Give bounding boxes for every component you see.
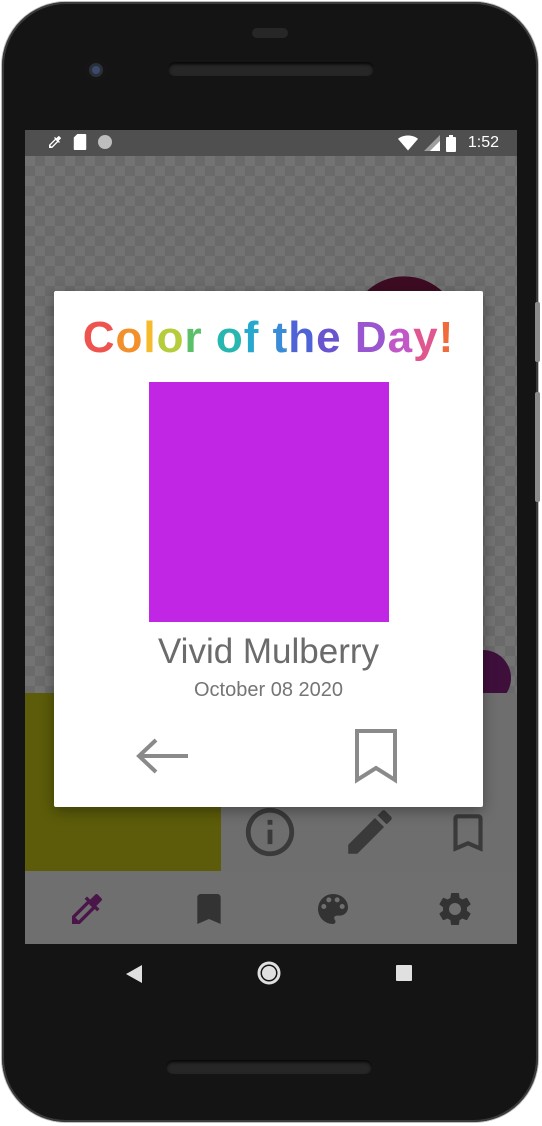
title-letter [203, 313, 216, 363]
color-name: Vivid Mulberry [157, 632, 380, 671]
title-letter: a [387, 313, 414, 362]
status-bar: 1:52 [25, 130, 517, 156]
eyedropper-icon [49, 136, 61, 148]
front-camera [86, 60, 106, 80]
sd-card-icon [73, 134, 87, 150]
title-letter: D [354, 313, 388, 362]
dialog-title: Color of the Day! [54, 313, 483, 363]
power-button [535, 302, 540, 362]
title-letter: ! [438, 313, 455, 362]
title-letter: t [272, 313, 289, 362]
color-swatch [149, 382, 389, 622]
title-letter: l [143, 313, 157, 362]
bookmark-outline-icon [355, 729, 397, 784]
bookmark-button[interactable] [353, 728, 399, 784]
title-letter: r [184, 313, 203, 362]
color-date: October 08 2020 [194, 679, 343, 701]
volume-button [535, 392, 540, 502]
top-speaker [168, 62, 374, 76]
title-letter [259, 313, 272, 363]
title-letter: o [115, 313, 144, 362]
title-letter: h [288, 313, 317, 362]
circle-icon [98, 135, 112, 149]
color-of-the-day-dialog: Color of the Day! Vivid Mulberry October… [54, 291, 483, 807]
title-letter: e [316, 313, 342, 362]
title-letter: o [215, 313, 244, 362]
top-notch [252, 28, 288, 38]
title-letter: C [82, 313, 116, 362]
wifi-icon [397, 135, 418, 151]
signal-icon [423, 135, 440, 151]
arrow-left-icon [136, 738, 188, 774]
title-letter: f [243, 313, 260, 362]
back-arrow-button[interactable] [134, 735, 190, 777]
recents-square-icon[interactable] [396, 965, 412, 981]
bottom-speaker [166, 1060, 372, 1074]
title-letter: o [156, 313, 185, 362]
title-letter [342, 313, 355, 363]
home-circle-icon[interactable] [256, 960, 282, 986]
back-triangle-icon[interactable] [126, 965, 142, 983]
status-time: 1:52 [467, 134, 499, 151]
title-letter: y [413, 313, 439, 362]
battery-icon [445, 134, 456, 152]
